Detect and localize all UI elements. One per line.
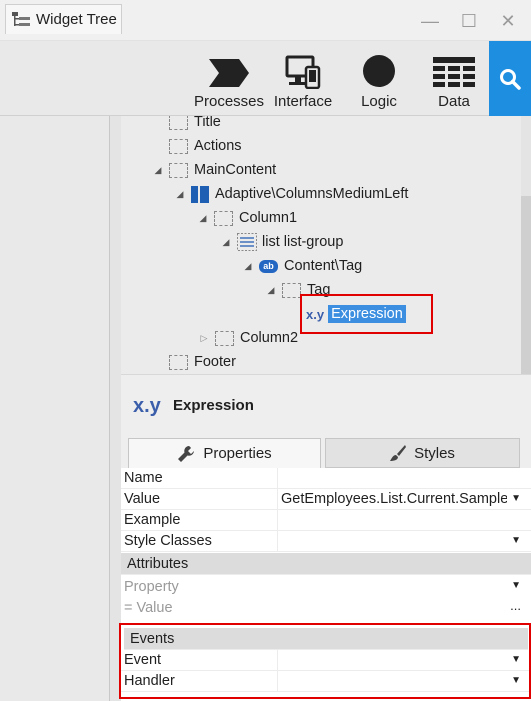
- data-grid-icon: [433, 41, 475, 89]
- expand-arrow-icon[interactable]: ◢: [243, 261, 253, 272]
- tree-node-list-group[interactable]: ◢ list list-group: [221, 231, 343, 253]
- prop-row-name[interactable]: Name: [121, 468, 531, 489]
- tree-scrollbar-thumb[interactable]: [521, 196, 531, 374]
- prop-row-value[interactable]: Value GetEmployees.List.Current.Sample ▼: [121, 489, 531, 510]
- dropdown-arrow-icon[interactable]: ▼: [511, 580, 521, 591]
- close-icon: ✕: [500, 10, 516, 31]
- tab-properties[interactable]: Properties: [128, 438, 321, 468]
- left-panel: [0, 116, 110, 701]
- prop-row-example[interactable]: Example: [121, 510, 531, 531]
- expression-highlight-box: [300, 294, 433, 334]
- columns-block-icon: [191, 185, 209, 203]
- attributes-section-header: Attributes: [121, 553, 531, 575]
- placeholder-icon: [214, 210, 233, 226]
- data-label: Data: [438, 93, 470, 110]
- properties-tabs: Properties Styles: [121, 436, 531, 468]
- prop-example-value[interactable]: [278, 510, 531, 530]
- tree-icon: [12, 11, 30, 26]
- logic-label: Logic: [361, 93, 397, 110]
- attribute-value-row[interactable]: = Value ...: [121, 597, 531, 618]
- tree-node-adaptive-columns[interactable]: ◢ Adaptive\ColumnsMediumLeft: [175, 183, 408, 205]
- interface-label: Interface: [273, 93, 333, 110]
- maximize-icon: ☐: [460, 10, 478, 31]
- prop-row-style-classes[interactable]: Style Classes ▼: [121, 531, 531, 552]
- search-icon: [500, 68, 521, 90]
- prop-style-classes-value[interactable]: ▼: [278, 531, 531, 551]
- tree-node-actions[interactable]: Actions: [169, 135, 242, 157]
- placeholder-icon: [215, 330, 234, 346]
- panel-splitter[interactable]: [110, 116, 121, 701]
- collapsed-arrow-icon[interactable]: ▷: [199, 333, 209, 344]
- expand-arrow-icon[interactable]: ◢: [153, 165, 163, 176]
- logic-button[interactable]: Logic: [350, 41, 408, 116]
- prop-value-field[interactable]: GetEmployees.List.Current.Sample ▼: [278, 489, 531, 509]
- interface-icon: [285, 41, 321, 89]
- events-highlight-box: [119, 623, 531, 699]
- value-placeholder[interactable]: = Value: [121, 600, 173, 616]
- widget-tree: Title Actions ◢ MainContent ◢ Adaptive\C…: [121, 116, 531, 374]
- logic-icon: [361, 41, 397, 89]
- minimize-button[interactable]: —: [417, 8, 443, 34]
- processes-button[interactable]: Processes: [194, 41, 264, 116]
- placeholder-icon: [282, 282, 301, 298]
- properties-title: Expression: [173, 397, 254, 414]
- placeholder-icon: [169, 162, 188, 178]
- attribute-property-row[interactable]: Property ▼: [121, 576, 531, 597]
- wrench-icon: [178, 445, 195, 462]
- dropdown-arrow-icon[interactable]: ▼: [511, 535, 521, 546]
- tree-node-title[interactable]: Title: [169, 116, 221, 133]
- tree-node-column2[interactable]: ▷ Column2: [199, 327, 299, 349]
- expand-arrow-icon[interactable]: ◢: [221, 237, 231, 248]
- placeholder-icon: [169, 354, 188, 370]
- close-button[interactable]: ✕: [495, 8, 521, 34]
- maximize-button[interactable]: ☐: [456, 8, 482, 34]
- tree-node-content-tag[interactable]: ◢ ab Content\Tag: [243, 255, 363, 277]
- ellipsis-button[interactable]: ...: [510, 598, 521, 613]
- data-button[interactable]: Data: [426, 41, 482, 116]
- prop-key: Example: [121, 510, 278, 530]
- processes-label: Processes: [193, 93, 265, 110]
- search-button[interactable]: [489, 41, 531, 116]
- tree-node-maincontent[interactable]: ◢ MainContent: [153, 159, 277, 181]
- main-toolbar: Processes Interface Logic Data: [0, 41, 531, 116]
- tab-styles[interactable]: Styles: [325, 438, 520, 468]
- prop-key: Name: [121, 468, 278, 488]
- list-icon: [237, 233, 257, 251]
- tree-node-footer[interactable]: Footer: [169, 351, 236, 373]
- expression-icon: x.y: [133, 395, 161, 417]
- text-block-icon: ab: [259, 259, 278, 273]
- expand-arrow-icon[interactable]: ◢: [266, 285, 276, 296]
- tree-node-column1[interactable]: ◢ Column1: [198, 207, 298, 229]
- placeholder-icon: [169, 116, 188, 130]
- prop-key: Style Classes: [121, 531, 278, 551]
- minimize-icon: —: [421, 10, 439, 31]
- dropdown-arrow-icon[interactable]: ▼: [507, 493, 521, 504]
- expand-arrow-icon[interactable]: ◢: [198, 213, 208, 224]
- tab-widget-tree[interactable]: Widget Tree: [5, 4, 122, 34]
- expand-arrow-icon[interactable]: ◢: [175, 189, 185, 200]
- prop-name-value[interactable]: [278, 468, 531, 488]
- widget-tree-label: Widget Tree: [36, 11, 117, 28]
- property-placeholder[interactable]: Property: [121, 579, 179, 595]
- placeholder-icon: [169, 138, 188, 154]
- interface-button[interactable]: Interface: [270, 41, 336, 116]
- prop-key: Value: [121, 489, 278, 509]
- brush-icon: [390, 445, 407, 461]
- processes-icon: [207, 41, 251, 89]
- properties-header: x.y Expression: [121, 374, 531, 436]
